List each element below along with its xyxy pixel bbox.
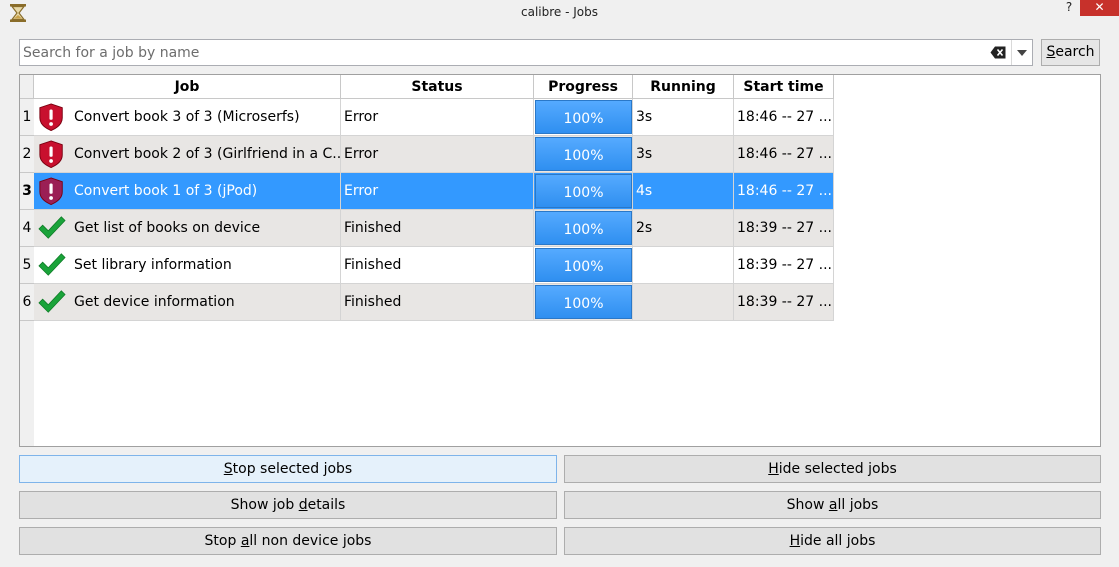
job-name: Convert book 3 of 3 (Microserfs) (74, 109, 300, 125)
dropdown-separator (1011, 40, 1012, 65)
search-button[interactable]: Search (1041, 39, 1100, 66)
cell-progress[interactable]: 100% (534, 136, 633, 173)
cell-status[interactable]: Error (341, 173, 534, 210)
help-button[interactable]: ? (1060, 0, 1078, 14)
column-header-progress[interactable]: Progress (534, 75, 633, 99)
job-name: Set library information (74, 257, 232, 273)
progress-text: 100% (563, 222, 604, 238)
cell-status[interactable]: Finished (341, 247, 534, 284)
cell-start[interactable]: 18:39 -- 27 ... (734, 284, 834, 321)
table-corner (20, 75, 34, 99)
progress-bar: 100% (535, 285, 632, 319)
error-shield-icon (39, 177, 63, 206)
row-number[interactable]: 3 (20, 173, 34, 210)
cell-status[interactable]: Error (341, 99, 534, 136)
progress-text: 100% (563, 296, 604, 312)
table-row[interactable]: 6 Get device information Finished 100% 18:39… (20, 284, 834, 321)
row-number[interactable]: 1 (20, 99, 34, 136)
search-combobox[interactable] (19, 39, 1033, 66)
show-job-details-button[interactable]: Show job details (19, 491, 557, 519)
cell-job[interactable]: Convert book 3 of 3 (Microserfs) (34, 99, 341, 136)
table-row[interactable]: 3 Convert book 1 of 3 (jPod) Error 100% 4s 18… (20, 173, 834, 210)
cell-status[interactable]: Finished (341, 284, 534, 321)
error-shield-icon (39, 140, 63, 169)
row-number[interactable]: 6 (20, 284, 34, 321)
table-row[interactable]: 4 Get list of books on device Finished 100%… (20, 210, 834, 247)
progress-text: 100% (563, 148, 604, 164)
checkmark-icon (38, 216, 66, 239)
search-input[interactable] (21, 41, 978, 64)
cell-progress[interactable]: 100% (534, 247, 633, 284)
progress-text: 100% (563, 259, 604, 275)
cell-start[interactable]: 18:46 -- 27 ... (734, 173, 834, 210)
column-header-status[interactable]: Status (341, 75, 534, 99)
cell-running[interactable] (633, 247, 734, 284)
column-header-job[interactable]: Job (34, 75, 341, 99)
job-name: Convert book 2 of 3 (Girlfriend in a C..… (74, 146, 341, 162)
stop-all-non-device-jobs-button[interactable]: Stop all non device jobs (19, 527, 557, 555)
cell-progress[interactable]: 100% (534, 284, 633, 321)
hide-all-jobs-button[interactable]: Hide all jobs (564, 527, 1101, 555)
search-button-hotkey: S (1046, 44, 1056, 60)
cell-start[interactable]: 18:39 -- 27 ... (734, 247, 834, 284)
table-row[interactable]: 2 Convert book 2 of 3 (Girlfriend in a C.… (20, 136, 834, 173)
clear-icon[interactable] (990, 46, 1006, 59)
checkmark-icon (38, 290, 66, 313)
job-name: Get device information (74, 294, 235, 310)
table-row[interactable]: 5 Set library information Finished 100% 18:3… (20, 247, 834, 284)
stop-selected-jobs-button[interactable]: Stop selected jobs (19, 455, 557, 483)
progress-bar: 100% (535, 211, 632, 245)
row-number[interactable]: 5 (20, 247, 34, 284)
row-number[interactable]: 2 (20, 136, 34, 173)
window-title: calibre - Jobs (521, 5, 598, 19)
cell-running[interactable]: 4s (633, 173, 734, 210)
close-button[interactable]: ✕ (1080, 0, 1119, 16)
cell-progress[interactable]: 100% (534, 173, 633, 210)
cell-job[interactable]: Get device information (34, 284, 341, 321)
cell-start[interactable]: 18:46 -- 27 ... (734, 99, 834, 136)
cell-running[interactable]: 3s (633, 136, 734, 173)
cell-job[interactable]: Set library information (34, 247, 341, 284)
job-name: Get list of books on device (74, 220, 261, 236)
row-number[interactable]: 4 (20, 210, 34, 247)
show-all-jobs-button[interactable]: Show all jobs (564, 491, 1101, 519)
cell-running[interactable] (633, 284, 734, 321)
cell-start[interactable]: 18:46 -- 27 ... (734, 136, 834, 173)
progress-bar: 100% (535, 248, 632, 282)
chevron-down-icon[interactable] (1017, 50, 1027, 56)
cell-progress[interactable]: 100% (534, 210, 633, 247)
cell-job[interactable]: Convert book 1 of 3 (jPod) (34, 173, 341, 210)
table-row[interactable]: 1 Convert book 3 of 3 (Microserfs) Error 10… (20, 99, 834, 136)
cell-running[interactable]: 2s (633, 210, 734, 247)
progress-bar: 100% (535, 174, 632, 208)
cell-job[interactable]: Convert book 2 of 3 (Girlfriend in a C..… (34, 136, 341, 173)
hide-selected-jobs-button[interactable]: Hide selected jobs (564, 455, 1101, 483)
progress-bar: 100% (535, 100, 632, 134)
progress-bar: 100% (535, 137, 632, 171)
checkmark-icon (38, 253, 66, 276)
search-button-label: earch (1055, 44, 1095, 60)
error-shield-icon (39, 103, 63, 132)
column-header-running-time[interactable]: Running time (633, 75, 734, 119)
progress-text: 100% (563, 111, 604, 127)
cell-job[interactable]: Get list of books on device (34, 210, 341, 247)
job-name: Convert book 1 of 3 (jPod) (74, 183, 258, 199)
cell-status[interactable]: Error (341, 136, 534, 173)
progress-text: 100% (563, 185, 604, 201)
title-bar: calibre - Jobs ? ✕ (0, 0, 1119, 25)
cell-start[interactable]: 18:39 -- 27 ... (734, 210, 834, 247)
jobs-table[interactable]: Job Status Progress Running time Start t… (19, 74, 1101, 447)
column-header-start-time[interactable]: Start time (734, 75, 834, 99)
cell-status[interactable]: Finished (341, 210, 534, 247)
cell-running[interactable]: 3s (633, 99, 734, 136)
cell-progress[interactable]: 100% (534, 99, 633, 136)
